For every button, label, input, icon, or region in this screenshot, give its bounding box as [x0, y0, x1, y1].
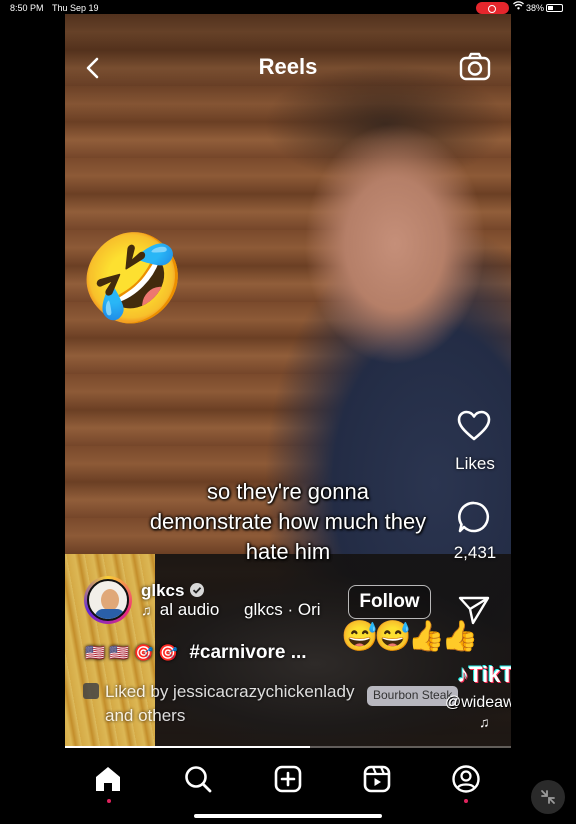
battery-icon	[546, 4, 563, 12]
tiktok-handle: @wideawakie2	[445, 694, 511, 711]
audio-label: al audio	[159, 600, 220, 619]
original-audio-label: glkcs · Ori	[244, 600, 321, 619]
caption-line: so they're gonna	[207, 479, 369, 504]
liked-by-text[interactable]: Liked by jessicacrazychickenlady	[105, 682, 354, 701]
post-caption[interactable]: 🇺🇸 🇺🇸 🎯 🎯 #carnivore ...	[85, 642, 307, 664]
username[interactable]: glkcs	[141, 581, 184, 601]
reaction-emojis: 😅😅👍👍	[341, 620, 478, 653]
collapse-arrows-icon	[541, 790, 555, 804]
profile-icon[interactable]	[451, 764, 481, 794]
liked-by[interactable]: Liked by jessicacrazychickenlady and oth…	[83, 680, 354, 728]
music-note-icon: ♫	[141, 602, 152, 618]
create-icon[interactable]	[273, 764, 303, 794]
search-icon[interactable]	[183, 764, 213, 794]
likes-label[interactable]: Likes	[445, 454, 505, 474]
video-caption: so they're gonna demonstrate how much th…	[105, 477, 471, 567]
laughing-emoji-sticker: 🤣	[79, 231, 187, 327]
and-others-text[interactable]: and others	[83, 704, 354, 728]
music-note-icon: ♫	[479, 714, 490, 730]
profile-notification-dot	[464, 799, 468, 803]
bottom-nav	[65, 748, 511, 810]
status-time: 8:50 PM	[10, 3, 44, 13]
caption-line: demonstrate how much they	[149, 509, 427, 534]
heart-icon[interactable]	[457, 410, 491, 442]
avatar[interactable]	[84, 576, 132, 624]
home-indicator[interactable]	[194, 814, 382, 818]
home-icon[interactable]	[93, 764, 123, 794]
follow-button[interactable]: Follow	[348, 585, 431, 619]
camera-icon[interactable]	[459, 52, 491, 82]
home-notification-dot	[107, 799, 111, 803]
comment-icon[interactable]	[457, 500, 491, 534]
hashtag-text[interactable]: #carnivore ...	[189, 642, 306, 663]
tiktok-brand: TikTok	[469, 662, 511, 687]
screen-recording-indicator[interactable]	[476, 2, 509, 14]
reels-icon[interactable]	[362, 764, 392, 794]
battery-percent: 38%	[526, 3, 545, 13]
tiktok-watermark: ♪TikTok	[457, 661, 511, 689]
page-title: Reels	[258, 54, 318, 79]
comment-count[interactable]: 2,431	[445, 543, 505, 563]
liker-avatar	[83, 683, 99, 699]
tiktok-logo-icon: ♪	[457, 661, 469, 688]
reel-screen[interactable]: Reels 🤣 so they're gonna demonstrate how…	[65, 14, 511, 810]
verified-badge-icon	[190, 583, 204, 597]
status-date: Thu Sep 19	[52, 3, 99, 13]
caption-line: hate him	[245, 539, 331, 564]
wifi-icon	[513, 1, 524, 13]
flag-emojis: 🇺🇸 🇺🇸 🎯 🎯	[85, 645, 179, 662]
minimize-button[interactable]	[531, 780, 565, 814]
audio-row[interactable]: ♫ al audio glkcs · Ori	[141, 600, 321, 620]
